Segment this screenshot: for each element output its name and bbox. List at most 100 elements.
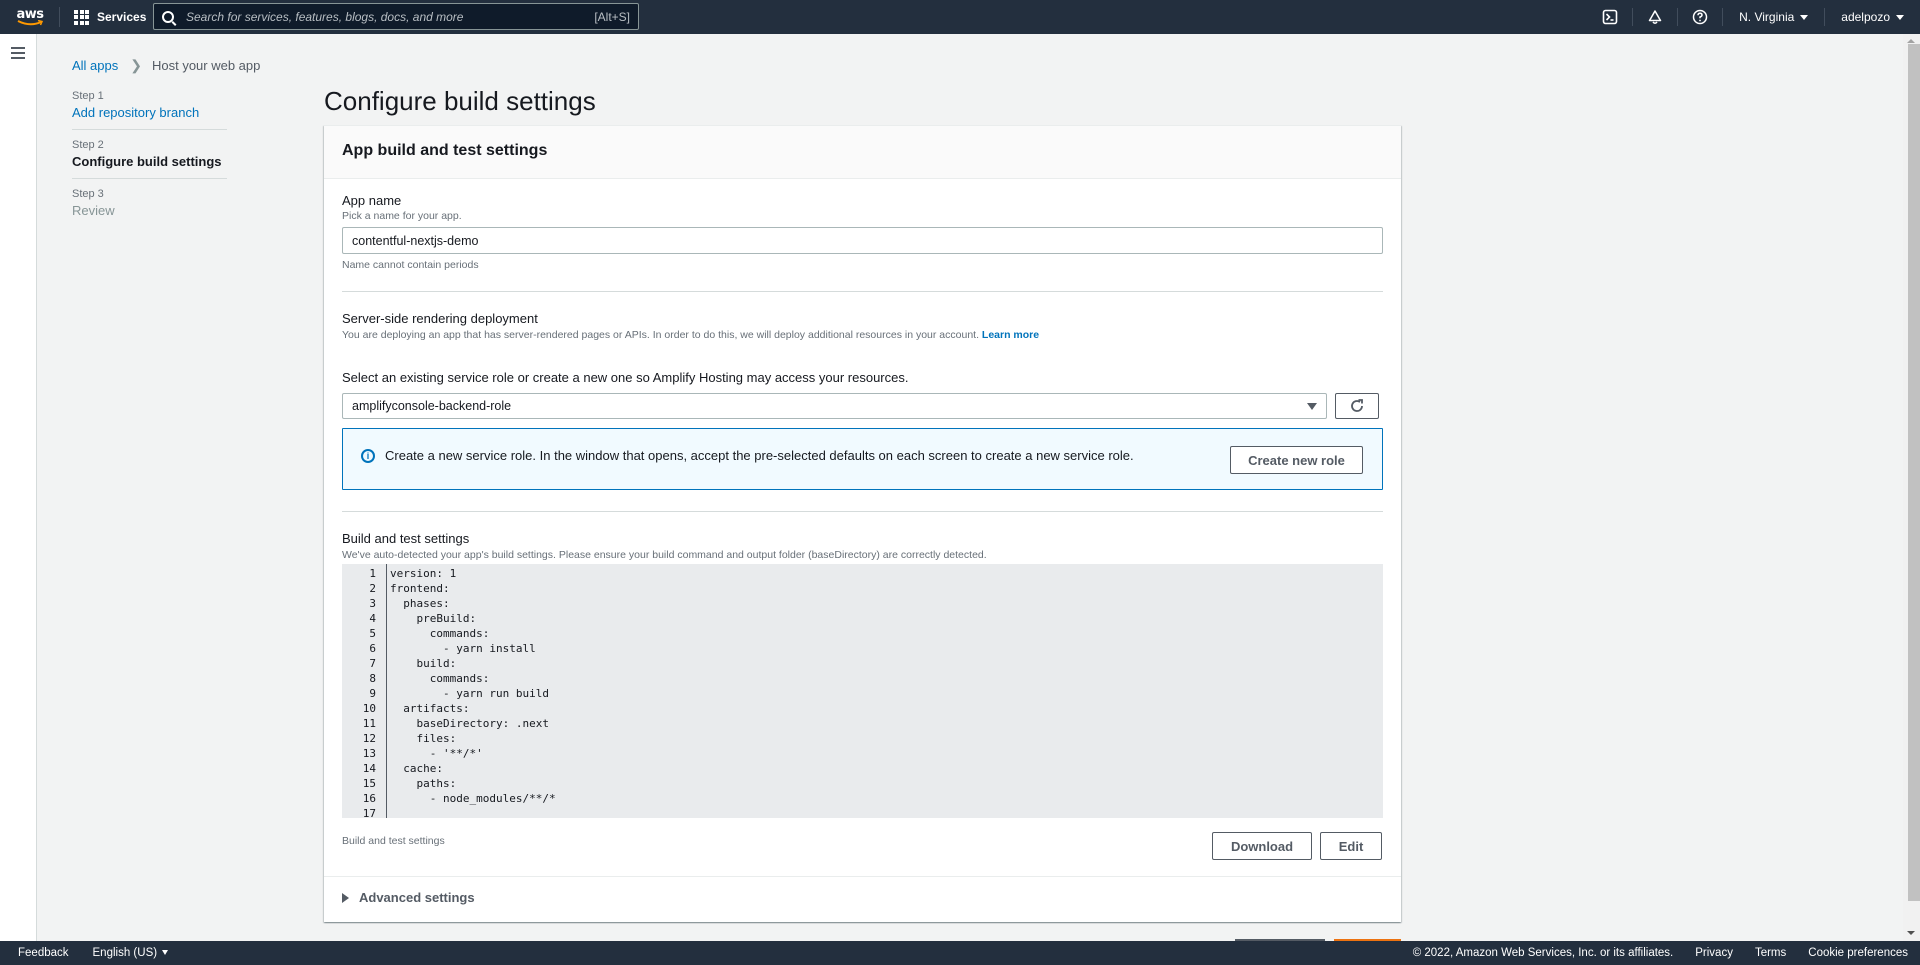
region-selector[interactable]: N. Virginia xyxy=(1723,10,1824,24)
help-button[interactable] xyxy=(1678,0,1722,34)
line-number: 15 xyxy=(362,777,376,790)
app-name-label: App name xyxy=(342,193,402,208)
code-content: version: 1 frontend: phases: preBuild: co… xyxy=(387,564,556,818)
menu-icon[interactable] xyxy=(11,47,25,62)
scrollbar-thumb[interactable] xyxy=(1908,44,1920,901)
build-spec-editor[interactable]: 1 2 3 4 5 6 7 8 9 10 11 12 13 14 15 16 17 version: 1 fron… xyxy=(342,564,1383,820)
language-label: English (US) xyxy=(92,947,158,959)
chevron-right-icon: ❯ xyxy=(130,57,142,73)
edit-button[interactable]: Edit xyxy=(1320,832,1382,860)
step-label-configure-build-settings: Configure build settings xyxy=(72,154,222,169)
caret-down-icon xyxy=(1896,14,1904,20)
notifications-button[interactable] xyxy=(1633,0,1677,34)
app-name-description: Pick a name for your app. xyxy=(342,210,462,222)
line-number: 7 xyxy=(369,657,376,670)
info-icon: i xyxy=(361,449,375,463)
service-role-select[interactable]: amplifyconsole-backend-role xyxy=(342,393,1327,419)
line-number: 2 xyxy=(369,582,376,595)
code-line: commands: xyxy=(390,627,490,640)
app-name-field[interactable] xyxy=(342,227,1383,254)
line-number: 8 xyxy=(369,672,376,685)
app-name-input[interactable] xyxy=(352,233,1373,248)
cookie-preferences-link[interactable]: Cookie preferences xyxy=(1808,947,1908,959)
build-settings-footer-label: Build and test settings xyxy=(342,835,445,847)
aws-logo[interactable]: aws xyxy=(15,4,45,30)
caret-right-icon xyxy=(342,892,349,903)
username: adelpozo xyxy=(1841,10,1890,24)
code-line: - node_modules/**/* xyxy=(390,792,556,805)
region-label: N. Virginia xyxy=(1739,10,1795,24)
panel-title: App build and test settings xyxy=(324,126,1401,179)
code-line: phases: xyxy=(390,597,450,610)
ssr-label: Server-side rendering deployment xyxy=(342,311,538,326)
privacy-link[interactable]: Privacy xyxy=(1695,947,1733,959)
download-button[interactable]: Download xyxy=(1212,832,1312,860)
feedback-link[interactable]: Feedback xyxy=(18,947,69,959)
search-shortcut: [Alt+S] xyxy=(594,9,630,24)
terms-link[interactable]: Terms xyxy=(1755,947,1786,959)
caret-down-icon xyxy=(162,950,169,956)
scroll-up-icon[interactable] xyxy=(1907,39,1915,43)
code-line: version: 1 xyxy=(390,567,457,580)
code-line: - '**/*' xyxy=(390,747,483,760)
wizard-steps: Step 1 Add repository branch Step 2 Conf… xyxy=(72,90,227,236)
line-number: 12 xyxy=(362,732,376,745)
build-settings-panel: App build and test settings App name Pic… xyxy=(324,125,1401,922)
account-menu[interactable]: adelpozo xyxy=(1825,10,1920,24)
service-role-info-alert: i Create a new service role. In the wind… xyxy=(342,428,1383,490)
section-divider xyxy=(342,291,1383,292)
refresh-roles-button[interactable] xyxy=(1335,393,1379,419)
line-number: 1 xyxy=(369,567,376,580)
line-number: 6 xyxy=(369,642,376,655)
section-divider xyxy=(342,511,1383,512)
page-scrollbar[interactable] xyxy=(1903,34,1920,941)
refresh-icon xyxy=(1351,399,1363,412)
scroll-down-icon[interactable] xyxy=(1907,931,1915,935)
create-new-role-button[interactable]: Create new role xyxy=(1230,446,1363,474)
help-icon xyxy=(1692,9,1708,25)
services-menu-button[interactable]: Services xyxy=(74,9,147,25)
info-message: Create a new service role. In the window… xyxy=(385,448,1134,463)
code-line: paths: xyxy=(390,777,457,790)
bell-icon xyxy=(1648,10,1662,24)
search-input[interactable] xyxy=(186,9,595,24)
code-line: cache: xyxy=(390,762,443,775)
nav-utilities: N. Virginia adelpozo xyxy=(1588,0,1920,34)
code-line: commands: xyxy=(390,672,490,685)
caret-down-icon xyxy=(1307,402,1317,410)
search-icon xyxy=(162,10,174,23)
line-number: 13 xyxy=(362,747,376,760)
line-number: 3 xyxy=(369,597,376,610)
step-link-add-repository-branch[interactable]: Add repository branch xyxy=(72,105,227,120)
page-title: Configure build settings xyxy=(324,86,596,116)
service-role-value: amplifyconsole-backend-role xyxy=(352,399,512,413)
cloudshell-icon xyxy=(1602,9,1618,25)
breadcrumb: All apps ❯ Host your web app xyxy=(72,57,260,74)
line-number: 17 xyxy=(362,807,376,820)
side-navigation-collapsed xyxy=(0,34,37,941)
build-settings-label: Build and test settings xyxy=(342,531,470,546)
console-footer: Feedback English (US) © 2022, Amazon Web… xyxy=(0,941,1920,965)
step-number: Step 2 xyxy=(72,139,104,151)
ssr-description: You are deploying an app that has server… xyxy=(342,329,979,341)
global-search[interactable]: [Alt+S] xyxy=(153,3,639,30)
section-divider xyxy=(324,876,1401,877)
app-name-constraint: Name cannot contain periods xyxy=(342,259,479,271)
code-line: artifacts: xyxy=(390,702,470,715)
code-line: files: xyxy=(390,732,457,745)
advanced-settings-label: Advanced settings xyxy=(359,890,475,905)
code-line: build: xyxy=(390,657,457,670)
code-line: - yarn install xyxy=(390,642,536,655)
copyright: © 2022, Amazon Web Services, Inc. or its… xyxy=(1412,947,1674,959)
build-settings-description: We've auto-detected your app's build set… xyxy=(342,549,987,561)
advanced-settings-toggle[interactable]: Advanced settings xyxy=(342,890,475,905)
code-line: - yarn run build xyxy=(390,687,549,700)
nav-divider xyxy=(59,7,60,27)
services-label: Services xyxy=(97,10,147,24)
line-number: 14 xyxy=(362,762,376,775)
breadcrumb-all-apps[interactable]: All apps xyxy=(72,58,118,73)
language-selector[interactable]: English (US) xyxy=(93,947,169,959)
learn-more-link[interactable]: Learn more xyxy=(982,329,1039,341)
cloudshell-button[interactable] xyxy=(1588,0,1632,34)
